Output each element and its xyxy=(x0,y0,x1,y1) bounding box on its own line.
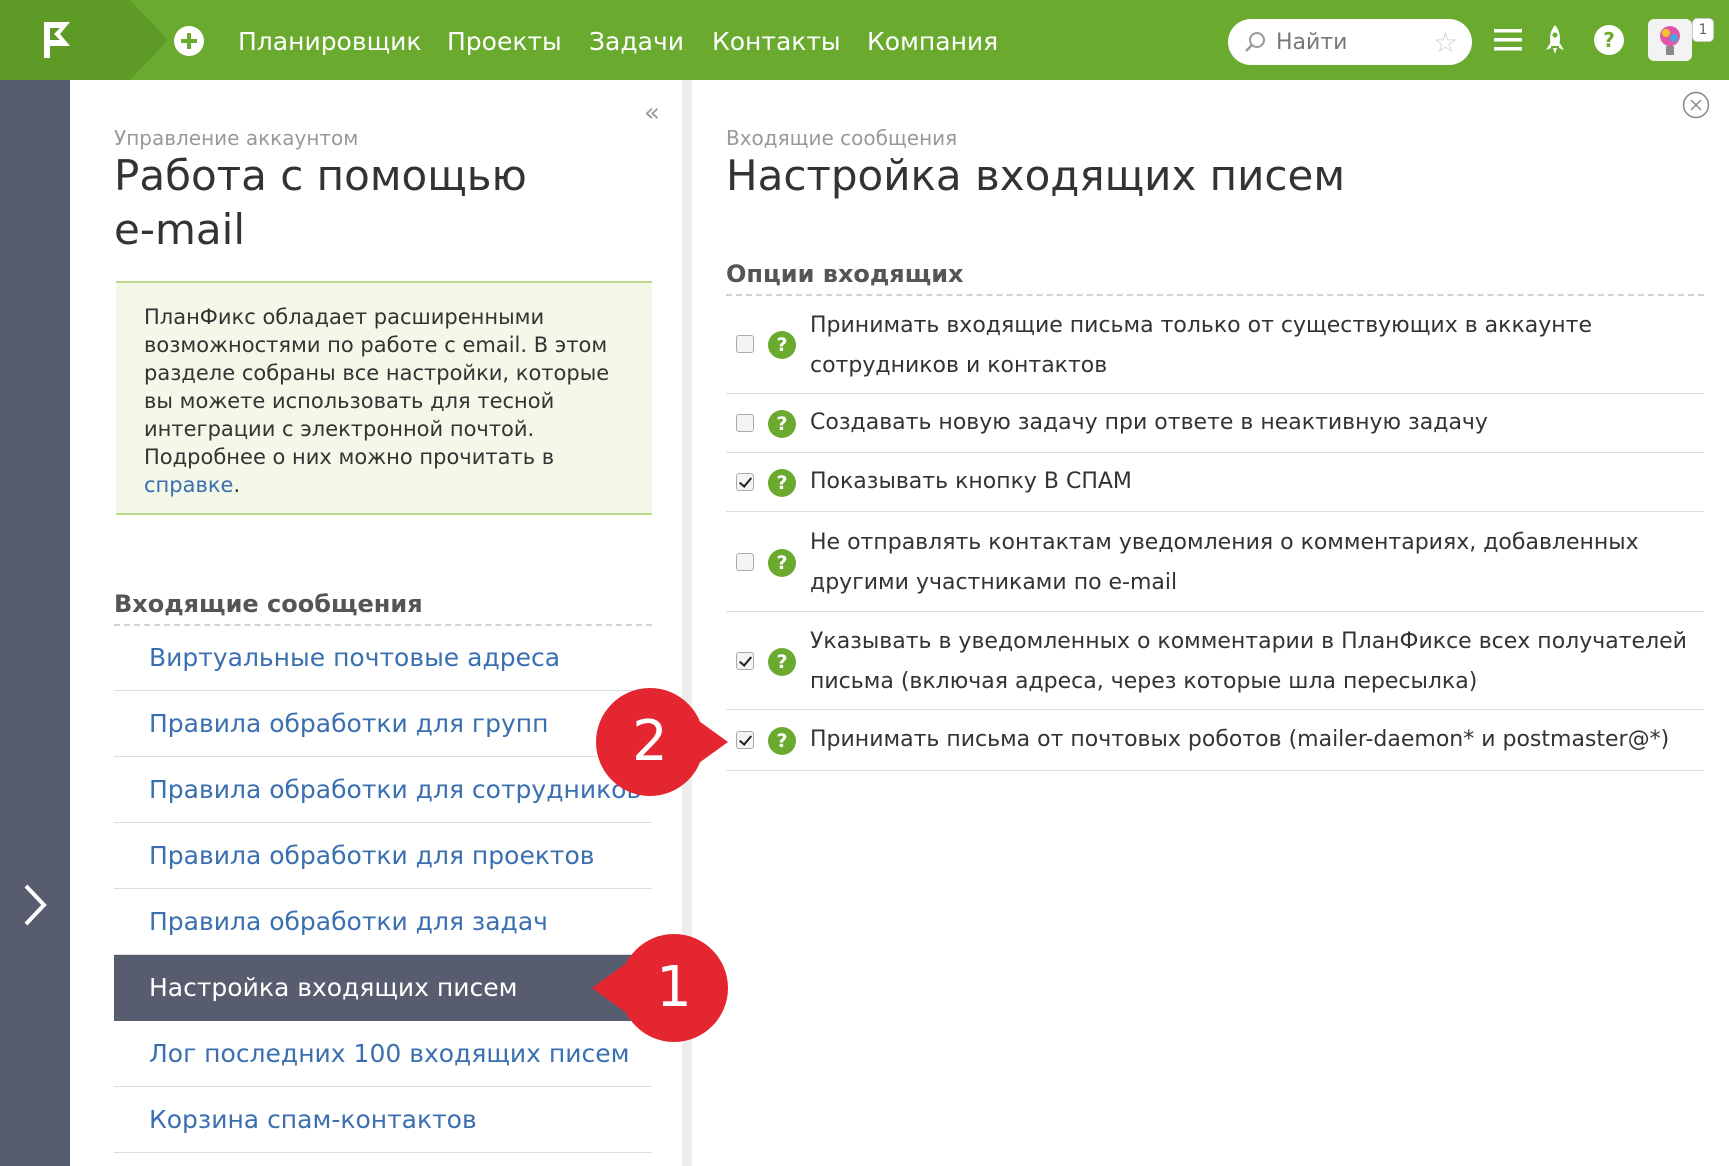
option-label: Не отправлять контактам уведомления о ко… xyxy=(810,530,1639,595)
help-icon[interactable]: ? xyxy=(768,410,796,438)
star-icon[interactable]: ☆ xyxy=(1433,29,1458,57)
menu-icon[interactable] xyxy=(1490,22,1526,58)
info-text: ПланФикс обладает расширенными возможнос… xyxy=(144,305,610,469)
svg-text:?: ? xyxy=(1603,28,1615,52)
menu-item-employee-rules[interactable]: Правила обработки для сотрудников xyxy=(114,757,652,823)
breadcrumb-left[interactable]: Управление аккаунтом xyxy=(114,126,358,150)
option-row: ? Принимать письма от почтовых роботов (… xyxy=(726,710,1704,771)
option-row: ? Не отправлять контактам уведомления о … xyxy=(726,512,1704,612)
option-label: Принимать входящие письма только от суще… xyxy=(810,313,1592,378)
nav-contacts[interactable]: Контакты xyxy=(712,0,841,80)
option-row: ? Создавать новую задачу при ответе в не… xyxy=(726,394,1704,453)
callout-2: 2 xyxy=(596,688,704,796)
logo-flag-icon xyxy=(44,22,70,58)
notification-badge[interactable]: 1 xyxy=(1692,18,1714,42)
option-checkbox[interactable] xyxy=(736,414,754,432)
option-checkbox[interactable] xyxy=(736,553,754,571)
menu-item-incoming-settings[interactable]: Настройка входящих писем xyxy=(114,955,652,1021)
page-title-line2: e-mail xyxy=(114,205,245,254)
help-icon[interactable]: ? xyxy=(768,331,796,359)
expand-chevron-icon[interactable] xyxy=(20,880,50,930)
search-box[interactable]: ☆ xyxy=(1228,19,1472,65)
section-title-incoming: Входящие сообщения xyxy=(114,590,423,618)
menu-item-incoming-log[interactable]: Лог последних 100 входящих писем xyxy=(114,1021,652,1087)
collapse-panel-icon[interactable]: « xyxy=(644,100,660,126)
menu-item-virtual-addresses[interactable]: Виртуальные почтовые адреса xyxy=(114,625,652,691)
avatar[interactable] xyxy=(1648,19,1692,61)
add-icon[interactable] xyxy=(174,26,204,56)
callout-1: 1 xyxy=(620,934,728,1042)
logo-arrow xyxy=(130,0,168,80)
option-checkbox[interactable] xyxy=(736,473,754,491)
option-checkbox[interactable] xyxy=(736,335,754,353)
search-input[interactable] xyxy=(1276,27,1426,57)
option-label: Создавать новую задачу при ответе в неак… xyxy=(810,410,1488,435)
option-label: Показывать кнопку В СПАМ xyxy=(810,469,1132,494)
options-divider xyxy=(726,294,1704,296)
settings-title: Настройка входящих писем xyxy=(726,151,1346,200)
nav-projects[interactable]: Проекты xyxy=(447,0,562,80)
search-icon xyxy=(1245,32,1265,52)
info-box: ПланФикс обладает расширенными возможнос… xyxy=(116,281,652,515)
option-label: Указывать в уведомленных о комментарии в… xyxy=(810,629,1687,694)
help-icon[interactable]: ? xyxy=(768,549,796,577)
option-row: ? Указывать в уведомленных о комментарии… xyxy=(726,612,1704,710)
section-title-options: Опции входящих xyxy=(726,260,964,288)
option-row: ? Принимать входящие письма только от су… xyxy=(726,298,1704,394)
help-link[interactable]: справке xyxy=(144,473,233,497)
left-rail xyxy=(0,80,70,1166)
menu-item-spam-trash[interactable]: Корзина спам-контактов xyxy=(114,1087,652,1153)
menu-item-task-rules[interactable]: Правила обработки для задач xyxy=(114,889,652,955)
help-icon[interactable]: ? xyxy=(768,648,796,676)
nav-tasks[interactable]: Задачи xyxy=(589,0,684,80)
rocket-icon[interactable] xyxy=(1537,22,1573,58)
close-icon[interactable] xyxy=(1682,91,1710,119)
logo[interactable] xyxy=(0,0,130,80)
nav-planner[interactable]: Планировщик xyxy=(238,0,421,80)
nav-company[interactable]: Компания xyxy=(867,0,998,80)
help-icon[interactable]: ? xyxy=(768,727,796,755)
option-label: Принимать письма от почтовых роботов (ma… xyxy=(810,727,1670,752)
menu-item-project-rules[interactable]: Правила обработки для проектов xyxy=(114,823,652,889)
option-row: ? Показывать кнопку В СПАМ xyxy=(726,453,1704,512)
info-end: . xyxy=(233,473,241,497)
help-icon[interactable]: ? xyxy=(768,469,796,497)
menu-item-group-rules[interactable]: Правила обработки для групп xyxy=(114,691,652,757)
option-checkbox[interactable] xyxy=(736,652,754,670)
top-bar: Планировщик Проекты Задачи Контакты Комп… xyxy=(0,0,1729,80)
page-title-line1: Работа с помощью xyxy=(114,151,527,200)
breadcrumb-right[interactable]: Входящие сообщения xyxy=(726,126,957,150)
option-checkbox[interactable] xyxy=(736,731,754,749)
help-icon[interactable]: ? xyxy=(1591,22,1627,58)
